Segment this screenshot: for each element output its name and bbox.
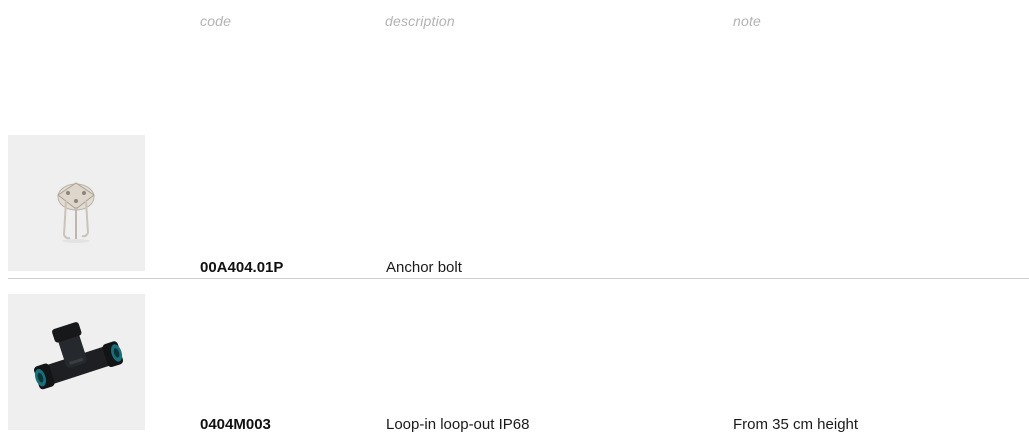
connector-image bbox=[8, 294, 145, 430]
anchor-bolt-icon bbox=[8, 135, 145, 271]
row-code: 00A404.01P bbox=[200, 259, 284, 276]
row-code: 0404M003 bbox=[200, 416, 271, 433]
column-header-description: description bbox=[385, 13, 455, 29]
row-description: Anchor bolt bbox=[386, 259, 462, 276]
row-divider bbox=[8, 278, 1029, 279]
anchor-bolt-image bbox=[8, 135, 145, 271]
row-note: From 35 cm height bbox=[733, 416, 859, 433]
connector-icon bbox=[8, 294, 145, 430]
column-header-code: code bbox=[200, 13, 232, 29]
column-header-note: note bbox=[733, 13, 762, 29]
row-description: Loop-in loop-out IP68 bbox=[386, 416, 530, 433]
